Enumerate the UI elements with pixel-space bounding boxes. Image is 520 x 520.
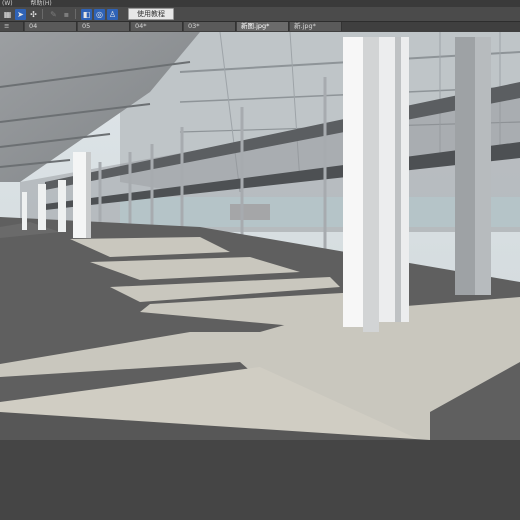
- tab-scene-04-modified[interactable]: 04*: [131, 22, 183, 31]
- 3d-viewport[interactable]: [0, 32, 520, 440]
- tab-new[interactable]: 新.jpg*: [290, 22, 342, 31]
- tutorial-button[interactable]: 使用教程: [128, 8, 174, 20]
- column-near: [343, 37, 409, 332]
- walk-icon[interactable]: ♙: [107, 8, 118, 20]
- toolbar: ▦ ➤ ✣ ✎ ▪ ◧ ◎ ♙ 使用教程: [0, 7, 520, 22]
- tab-menu[interactable]: ≡: [0, 22, 24, 31]
- tab-scene-04[interactable]: 04: [25, 22, 77, 31]
- pencil-icon[interactable]: ✎: [48, 9, 59, 20]
- warehouse-render: [0, 32, 520, 440]
- paint-icon[interactable]: ▪: [61, 9, 72, 20]
- orbit-icon[interactable]: ◎: [94, 8, 105, 20]
- column-mid: [73, 152, 91, 238]
- select-arrow-icon[interactable]: ➤: [15, 8, 26, 20]
- grid-icon[interactable]: ▦: [2, 9, 13, 20]
- status-area: [0, 440, 520, 520]
- tab-new-image[interactable]: 新图.jpg*: [237, 22, 289, 31]
- toolbar-divider: [75, 9, 76, 19]
- scene-tabs: ≡ 04 05 04* 03* 新图.jpg* 新.jpg*: [0, 22, 520, 32]
- tab-scene-05[interactable]: 05: [78, 22, 130, 31]
- menu-bar: (W) 帮助(H): [0, 0, 520, 7]
- toolbar-divider: [42, 9, 43, 19]
- move-icon[interactable]: ✣: [28, 9, 39, 20]
- camera-icon[interactable]: ◧: [81, 8, 92, 20]
- menu-window[interactable]: (W): [0, 0, 13, 7]
- tab-scene-03-modified[interactable]: 03*: [184, 22, 236, 31]
- column-right: [455, 37, 491, 295]
- menu-help[interactable]: 帮助(H): [29, 0, 52, 7]
